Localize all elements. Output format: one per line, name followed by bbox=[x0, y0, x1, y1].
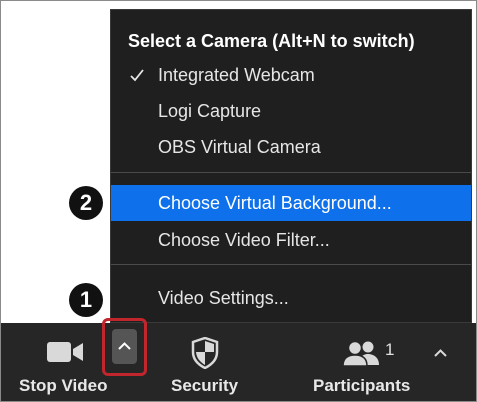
participant-count: 1 bbox=[385, 340, 395, 359]
video-options-callout bbox=[102, 318, 147, 376]
menu-item-label: OBS Virtual Camera bbox=[158, 137, 321, 157]
menu-item-label: Integrated Webcam bbox=[158, 65, 315, 85]
step-one-badge: 1 bbox=[69, 283, 103, 317]
chevron-up-icon bbox=[434, 349, 447, 357]
menu-item-label: Video Settings... bbox=[158, 288, 289, 308]
participants-label: Participants bbox=[313, 376, 411, 395]
menu-item-label: Logi Capture bbox=[158, 101, 262, 121]
shield-icon bbox=[191, 337, 219, 369]
meeting-toolbar: Stop Video Security 1 Participants bbox=[1, 318, 476, 401]
chevron-up-icon bbox=[118, 342, 131, 350]
menu-divider bbox=[111, 264, 471, 265]
stop-video-label: Stop Video bbox=[19, 376, 108, 395]
camera-menu: Select a Camera (Alt+N to switch) Integr… bbox=[110, 9, 472, 323]
zoom-window: Select a Camera (Alt+N to switch) Integr… bbox=[0, 0, 477, 402]
video-camera-icon bbox=[47, 342, 83, 362]
menu-divider bbox=[111, 172, 471, 173]
menu-item-logi-capture[interactable]: Logi Capture bbox=[111, 93, 471, 129]
menu-item-choose-video-filter[interactable]: Choose Video Filter... bbox=[111, 222, 471, 258]
menu-item-choose-virtual-background[interactable]: Choose Virtual Background... bbox=[111, 185, 471, 221]
step-two-badge: 2 bbox=[69, 186, 103, 220]
menu-item-obs-virtual-camera[interactable]: OBS Virtual Camera bbox=[111, 129, 471, 165]
participants-icon bbox=[342, 340, 379, 366]
menu-item-label: Choose Video Filter... bbox=[158, 230, 330, 250]
menu-item-video-settings[interactable]: Video Settings... bbox=[111, 280, 471, 316]
participants-options-button[interactable] bbox=[434, 344, 447, 362]
video-options-button[interactable] bbox=[112, 329, 137, 364]
menu-item-label: Choose Virtual Background... bbox=[158, 193, 392, 213]
security-label: Security bbox=[171, 376, 239, 395]
menu-item-integrated-webcam[interactable]: Integrated Webcam bbox=[111, 57, 471, 93]
menu-header: Select a Camera (Alt+N to switch) bbox=[128, 31, 415, 51]
